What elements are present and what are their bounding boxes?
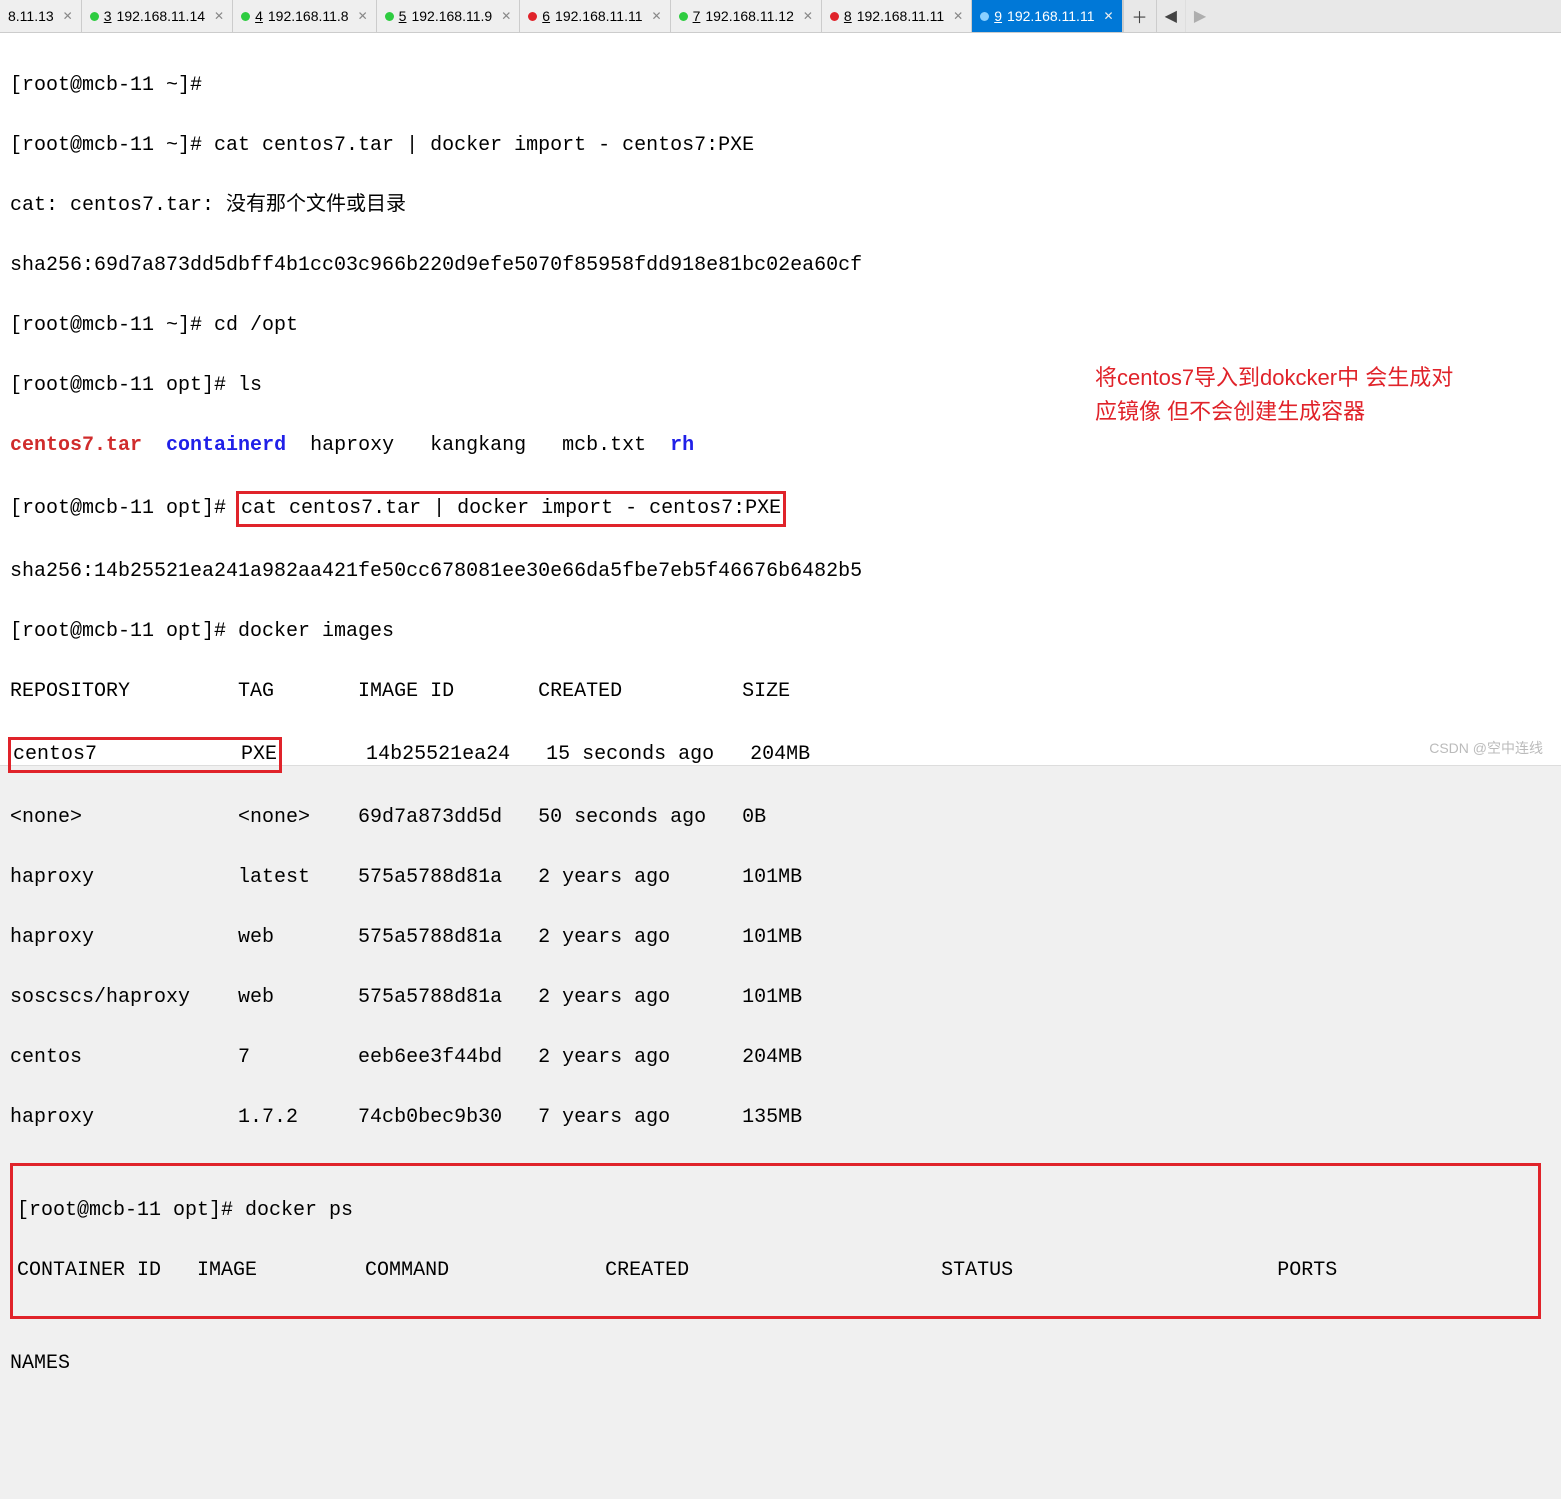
tab-ip: 192.168.11.11 [857,8,944,24]
close-icon[interactable]: ✕ [358,9,368,23]
tab-6[interactable]: 6 192.168.11.11 ✕ [520,0,670,32]
ps-header: CONTAINER ID IMAGE COMMAND CREATED STATU… [17,1256,1534,1286]
tab-5[interactable]: 5 192.168.11.9 ✕ [377,0,521,32]
tab-3[interactable]: 3 192.168.11.14 ✕ [82,0,233,32]
close-icon[interactable]: ✕ [652,9,662,23]
ps-names: NAMES [10,1349,1551,1379]
tab-num: 9 [994,8,1002,24]
tab-num: 7 [693,8,701,24]
tab-partial[interactable]: 8.11.13 ✕ [0,0,82,32]
tab-num: 8 [844,8,852,24]
close-icon[interactable]: ✕ [214,9,224,23]
tab-ip: 192.168.11.14 [117,8,206,24]
prompt-line: [root@mcb-11 ~]# [10,71,1551,101]
cmd-line-hl: [root@mcb-11 opt]# cat centos7.tar | doc… [10,491,1551,527]
cmd-line: [root@mcb-11 opt]# docker ps [17,1196,1534,1226]
cmd-line: [root@mcb-11 ~]# cat centos7.tar | docke… [10,131,1551,161]
tab-num: 3 [104,8,112,24]
status-dot-icon [980,12,989,21]
tab-num: 6 [542,8,550,24]
table-row: <none> <none> 69d7a873dd5d 50 seconds ag… [10,803,1551,833]
tab-label: 8.11.13 [8,8,54,24]
ls-plain: haproxy kangkang mcb.txt [286,434,670,457]
tab-bar: 8.11.13 ✕ 3 192.168.11.14 ✕ 4 192.168.11… [0,0,1561,33]
status-dot-icon [241,12,250,21]
tab-8[interactable]: 8 192.168.11.11 ✕ [822,0,972,32]
ls-file: centos7.tar [10,434,142,457]
output-line: sha256:69d7a873dd5dbff4b1cc03c966b220d9e… [10,251,1551,281]
status-dot-icon [830,12,839,21]
tab-num: 4 [255,8,263,24]
tab-ip: 192.168.11.9 [411,8,492,24]
table-row: haproxy web 575a5788d81a 2 years ago 101… [10,923,1551,953]
status-dot-icon [679,12,688,21]
tab-4[interactable]: 4 192.168.11.8 ✕ [233,0,377,32]
output-line: sha256:14b25521ea241a982aa421fe50cc67808… [10,557,1551,587]
ls-dir: rh [670,434,694,457]
table-row: haproxy latest 575a5788d81a 2 years ago … [10,863,1551,893]
table-header: REPOSITORY TAG IMAGE ID CREATED SIZE [10,677,1551,707]
tab-ip: 192.168.11.8 [268,8,349,24]
tab-ip: 192.168.11.12 [705,8,794,24]
tab-9-active[interactable]: 9 192.168.11.11 ✕ [972,0,1122,32]
new-tab-button[interactable]: ＋ [1123,0,1156,32]
tab-ip: 192.168.11.11 [1007,8,1094,24]
highlight-box: cat centos7.tar | docker import - centos… [236,491,786,527]
close-icon[interactable]: ✕ [1103,9,1113,23]
cmd-line: [root@mcb-11 opt]# docker images [10,617,1551,647]
table-row: centos 7 eeb6ee3f44bd 2 years ago 204MB [10,1043,1551,1073]
status-dot-icon [385,12,394,21]
close-icon[interactable]: ✕ [803,9,813,23]
tab-7[interactable]: 7 192.168.11.12 ✕ [671,0,822,32]
annotation-text: 将centos7导入到dokcker中 会生成对应镜像 但不会创建生成容器 [1095,361,1465,429]
highlight-box-wide: [root@mcb-11 opt]# docker ps CONTAINER I… [10,1163,1541,1319]
terminal-pane[interactable]: [root@mcb-11 ~]# [root@mcb-11 ~]# cat ce… [0,33,1561,765]
tab-num: 5 [399,8,407,24]
prompt: [root@mcb-11 opt]# [10,497,238,520]
close-icon[interactable]: ✕ [953,9,963,23]
close-icon[interactable]: ✕ [63,9,73,23]
ls-output: centos7.tar containerd haproxy kangkang … [10,431,1551,461]
table-row: haproxy 1.7.2 74cb0bec9b30 7 years ago 1… [10,1103,1551,1133]
status-dot-icon [528,12,537,21]
table-row-hl: centos7 PXE 14b25521ea24 15 seconds ago … [10,737,1551,773]
output-line: cat: centos7.tar: 没有那个文件或目录 [10,191,1551,221]
row-rest: 14b25521ea24 15 seconds ago 204MB [282,743,810,766]
cmd-line: [root@mcb-11 ~]# cd /opt [10,311,1551,341]
ls-dir: containerd [166,434,286,457]
highlight-box: centos7 PXE [8,737,282,773]
table-row: soscscs/haproxy web 575a5788d81a 2 years… [10,983,1551,1013]
tab-ip: 192.168.11.11 [555,8,642,24]
status-dot-icon [90,12,99,21]
close-icon[interactable]: ✕ [501,9,511,23]
watermark: CSDN @空中连线 [1429,738,1543,759]
scroll-right-button[interactable]: ▶ [1185,0,1214,32]
scroll-left-button[interactable]: ◀ [1156,0,1185,32]
